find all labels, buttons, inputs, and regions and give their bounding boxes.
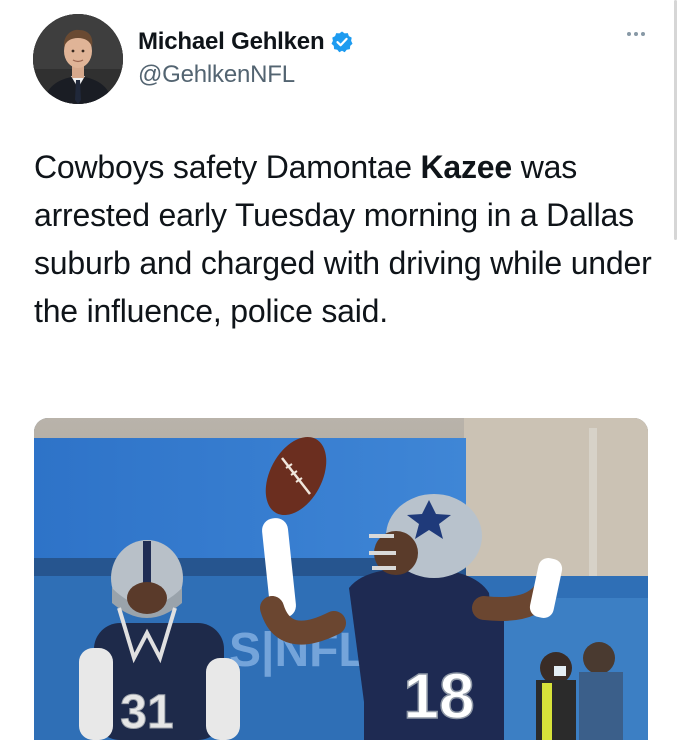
display-name[interactable]: Michael Gehlken bbox=[138, 28, 325, 56]
right-player-number: 18 bbox=[403, 660, 474, 732]
football-photo: S|NFL 31 18 bbox=[34, 418, 648, 740]
avatar[interactable] bbox=[33, 14, 123, 104]
scrollbar[interactable] bbox=[674, 0, 677, 240]
tweet-card: Michael Gehlken @GehlkenNFL Cowboys safe… bbox=[0, 0, 681, 750]
tweet-text-bold: Kazee bbox=[420, 149, 513, 185]
tweet-text: Cowboys safety Damontae Kazee was arrest… bbox=[34, 143, 659, 335]
user-handle[interactable]: @GehlkenNFL bbox=[138, 61, 354, 89]
tweet-media-photo[interactable]: S|NFL 31 18 bbox=[34, 418, 648, 740]
profile-photo-icon bbox=[33, 14, 123, 104]
author-info[interactable]: Michael Gehlken @GehlkenNFL bbox=[138, 27, 354, 89]
left-player-number: 31 bbox=[120, 686, 173, 739]
more-dots-icon[interactable] bbox=[627, 32, 645, 36]
verified-badge-icon bbox=[330, 30, 354, 54]
tweet-text-before: Cowboys safety Damontae bbox=[34, 149, 421, 185]
